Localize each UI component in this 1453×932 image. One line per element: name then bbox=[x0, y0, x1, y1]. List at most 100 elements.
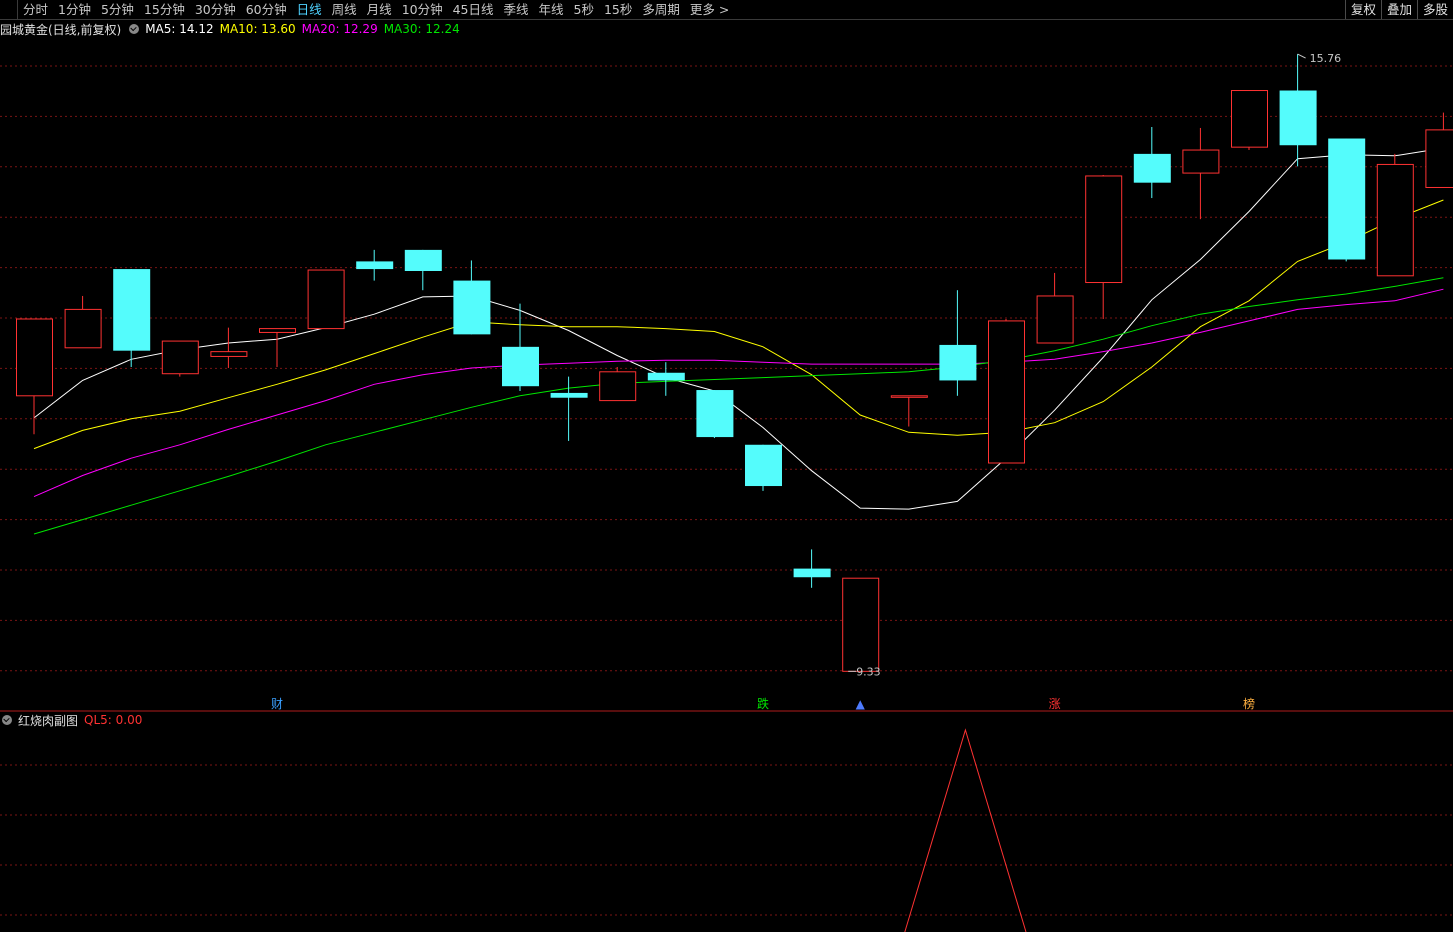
toolbar-button[interactable]: 多股 bbox=[1416, 0, 1453, 19]
candle bbox=[113, 269, 151, 367]
candle bbox=[356, 249, 394, 281]
candle bbox=[1279, 54, 1317, 167]
period-tab[interactable]: 1分钟 bbox=[53, 0, 96, 19]
candle bbox=[404, 249, 442, 291]
settings-toggle-icon[interactable] bbox=[129, 24, 140, 34]
period-tab[interactable]: 5秒 bbox=[569, 0, 599, 19]
candle bbox=[1036, 272, 1074, 344]
candle-body bbox=[1085, 175, 1123, 284]
candle-body bbox=[988, 320, 1025, 464]
period-tab[interactable]: 年线 bbox=[534, 0, 569, 19]
period-tab[interactable]: 15秒 bbox=[599, 0, 637, 19]
candle bbox=[1182, 127, 1220, 220]
high-label: 15.76 bbox=[1310, 52, 1342, 65]
candle bbox=[1328, 138, 1366, 262]
candle bbox=[599, 367, 637, 402]
right-buttons: 复权 叠加 多股 bbox=[1344, 0, 1453, 19]
candle-body bbox=[161, 340, 199, 375]
ql5-line bbox=[904, 728, 1027, 932]
candle-body bbox=[1133, 153, 1171, 183]
candle bbox=[16, 318, 53, 435]
candle bbox=[502, 303, 539, 391]
period-tab[interactable]: 分时 bbox=[18, 0, 53, 19]
candle bbox=[259, 328, 296, 367]
period-tab[interactable]: 多周期 bbox=[637, 0, 685, 19]
period-tab[interactable]: 日线 bbox=[292, 0, 327, 19]
event-marker: 榜 bbox=[1243, 696, 1255, 711]
period-tabs: 分时 1分钟 5分钟 15分钟 30分钟 60分钟 日线 周线 月线 10分钟 45日线 季线 年线 5秒… bbox=[0, 0, 734, 19]
candle bbox=[842, 577, 880, 672]
candle-body bbox=[453, 280, 491, 335]
candle-body bbox=[64, 308, 102, 349]
period-tab[interactable]: 15分钟 bbox=[139, 0, 190, 19]
candle-body bbox=[1279, 90, 1317, 146]
candle bbox=[64, 295, 102, 349]
candles bbox=[16, 54, 1453, 672]
period-tab[interactable]: 30分钟 bbox=[190, 0, 241, 19]
candle-body bbox=[599, 371, 637, 402]
sub-info-bar: 红烧肉副图 QL5: 0.00 bbox=[0, 712, 148, 728]
candle-body bbox=[307, 269, 345, 330]
candle-body bbox=[890, 395, 928, 398]
event-marker: 跌 bbox=[757, 696, 769, 711]
candle-body bbox=[1425, 129, 1453, 188]
candle-body bbox=[259, 328, 296, 333]
candle-body bbox=[16, 318, 53, 397]
candle-body bbox=[696, 390, 734, 438]
high-pointer bbox=[1297, 53, 1306, 59]
period-tab[interactable]: 周线 bbox=[327, 0, 362, 19]
period-tab[interactable]: 月线 bbox=[362, 0, 397, 19]
candle-body bbox=[1182, 149, 1220, 174]
candle-body bbox=[502, 346, 539, 387]
candle bbox=[1085, 175, 1123, 319]
kline-chart[interactable]: 15.76 9.33 财 跌 ▲ 涨 榜 bbox=[0, 0, 1453, 932]
toolbar-edge bbox=[0, 0, 18, 19]
sub-grid bbox=[0, 764, 1453, 916]
candle-body bbox=[939, 344, 977, 381]
candle bbox=[939, 290, 977, 396]
period-tab[interactable]: 10分钟 bbox=[397, 0, 448, 19]
ma20-label: MA20: 12.29 bbox=[301, 22, 378, 36]
candle-body bbox=[404, 249, 442, 271]
period-tab[interactable]: 更多 > bbox=[685, 0, 734, 19]
candle bbox=[647, 362, 685, 396]
candle-body bbox=[550, 392, 588, 398]
candle bbox=[1231, 90, 1268, 151]
sub-toggle-icon[interactable] bbox=[2, 715, 12, 725]
candle bbox=[210, 327, 248, 368]
candle bbox=[453, 260, 491, 335]
toolbar-button[interactable]: 复权 bbox=[1344, 0, 1381, 19]
ql5-label: QL5: 0.00 bbox=[84, 713, 143, 727]
candle-body bbox=[1328, 138, 1366, 260]
toolbar-button[interactable]: 叠加 bbox=[1380, 0, 1417, 19]
candle-body bbox=[842, 577, 880, 672]
event-marker: 财 bbox=[271, 697, 283, 711]
candle-body bbox=[1231, 90, 1268, 148]
main-grid bbox=[0, 65, 1453, 672]
main-info-bar: 园城黄金(日线,前复权) MA5: 14.12 MA10: 13.60 MA20… bbox=[0, 21, 466, 37]
candle-body bbox=[210, 351, 248, 357]
ma5-label: MA5: 14.12 bbox=[145, 22, 214, 36]
period-tab[interactable]: 5分钟 bbox=[96, 0, 139, 19]
candle bbox=[988, 319, 1025, 464]
candle-body bbox=[356, 261, 394, 270]
ma-lines bbox=[33, 147, 1444, 535]
period-tab[interactable]: 45日线 bbox=[448, 0, 499, 19]
candle bbox=[161, 340, 199, 377]
low-label: 9.33 bbox=[856, 665, 881, 678]
period-tab[interactable]: 季线 bbox=[499, 0, 534, 19]
candle bbox=[1376, 153, 1414, 277]
candle bbox=[307, 269, 345, 330]
candle-body bbox=[113, 269, 151, 351]
ma-line-ma5 bbox=[33, 147, 1444, 510]
period-toolbar: 分时 1分钟 5分钟 15分钟 30分钟 60分钟 日线 周线 月线 10分钟 45日线 季线 年线 5秒… bbox=[0, 0, 1453, 20]
candle-body bbox=[1036, 295, 1074, 344]
candle bbox=[1425, 112, 1453, 188]
candle bbox=[550, 376, 588, 441]
event-marker: ▲ bbox=[856, 697, 866, 711]
candle-body bbox=[745, 444, 782, 487]
candle-body bbox=[793, 568, 831, 578]
stock-title: 园城黄金(日线,前复权) bbox=[0, 22, 122, 37]
period-tab[interactable]: 60分钟 bbox=[241, 0, 292, 19]
candle-body bbox=[647, 372, 685, 381]
